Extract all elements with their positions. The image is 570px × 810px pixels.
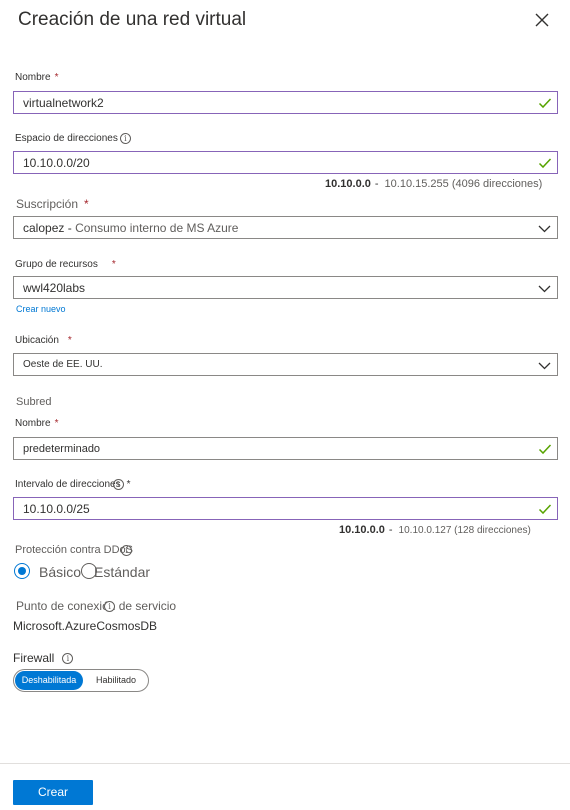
subnet-heading: Subred (16, 396, 52, 408)
required-marker: * (84, 197, 89, 211)
chevron-down-icon (538, 225, 551, 233)
location-label: Ubicación * (15, 335, 72, 346)
required-marker: * (54, 72, 59, 83)
ddos-label: Protección contra DDoSi (15, 544, 133, 556)
subnet-name-input[interactable] (14, 438, 514, 459)
address-range-summary: 10.10.0.0-10.10.0.127 (128 direcciones) (339, 524, 531, 536)
required-marker: * (126, 479, 131, 491)
address-range-label: Intervalo de direccionesi * (15, 479, 131, 491)
create-button[interactable]: Crear (13, 780, 93, 805)
info-icon[interactable]: i (119, 133, 131, 144)
info-icon[interactable]: i (62, 653, 74, 665)
name-label: Nombre * (15, 72, 59, 83)
address-range-input[interactable] (14, 498, 514, 519)
subscription-dropdown[interactable]: calopez - Consumo interno de MS Azure (13, 216, 558, 239)
firewall-disabled-option[interactable]: Deshabilitada (15, 671, 83, 690)
required-marker: * (111, 259, 116, 270)
checkmark-icon (538, 98, 552, 109)
subnet-name-label: Nombre * (15, 418, 59, 429)
address-space-field[interactable] (13, 151, 558, 174)
resource-group-label: Grupo de recursos * (15, 259, 116, 270)
firewall-label: Firewall i (13, 651, 74, 665)
panel-title: Creación de una red virtual (18, 9, 247, 30)
subscription-selected: calopez - Consumo interno de MS Azure (23, 221, 239, 235)
ddos-basic-label[interactable]: Básico (39, 564, 81, 580)
address-space-label: Espacio de direcciones i (15, 133, 131, 144)
info-icon[interactable]: i (121, 544, 132, 556)
resource-group-dropdown[interactable]: wwl420labs (13, 276, 558, 299)
address-range-field[interactable] (13, 497, 558, 520)
footer-divider (0, 763, 570, 764)
subscription-label: Suscripción * (16, 197, 89, 211)
checkmark-icon (538, 504, 552, 515)
service-endpoint-value: Microsoft.AzureCosmosDB (13, 619, 158, 633)
address-space-input[interactable] (14, 152, 514, 173)
resource-group-selected: wwl420labs (23, 281, 86, 295)
location-selected: Oeste de EE. UU. (23, 359, 103, 370)
close-icon[interactable] (533, 11, 551, 29)
firewall-toggle[interactable]: Deshabilitada Habilitado (13, 669, 149, 692)
checkmark-icon (538, 444, 552, 455)
required-marker: * (54, 418, 59, 429)
info-icon[interactable]: i (112, 479, 124, 490)
name-field[interactable] (13, 91, 558, 114)
radio-selected-dot (18, 567, 26, 575)
location-dropdown[interactable]: Oeste de EE. UU. (13, 353, 558, 376)
checkmark-icon (538, 158, 552, 169)
ddos-basic-radio[interactable] (14, 563, 30, 579)
create-new-link[interactable]: Crear nuevo (16, 304, 66, 314)
service-endpoint-label: Punto de conexión de servicioi (16, 599, 177, 613)
chevron-down-icon (538, 362, 551, 370)
address-space-range: 10.10.0.0-10.10.15.255 (4096 direcciones… (325, 178, 543, 190)
firewall-enabled-option[interactable]: Habilitado (84, 671, 148, 690)
name-input[interactable] (14, 92, 514, 113)
subnet-name-field[interactable] (13, 437, 558, 460)
ddos-standard-label[interactable]: Estándar (94, 564, 150, 580)
required-marker: * (67, 335, 72, 346)
chevron-down-icon (538, 285, 551, 293)
